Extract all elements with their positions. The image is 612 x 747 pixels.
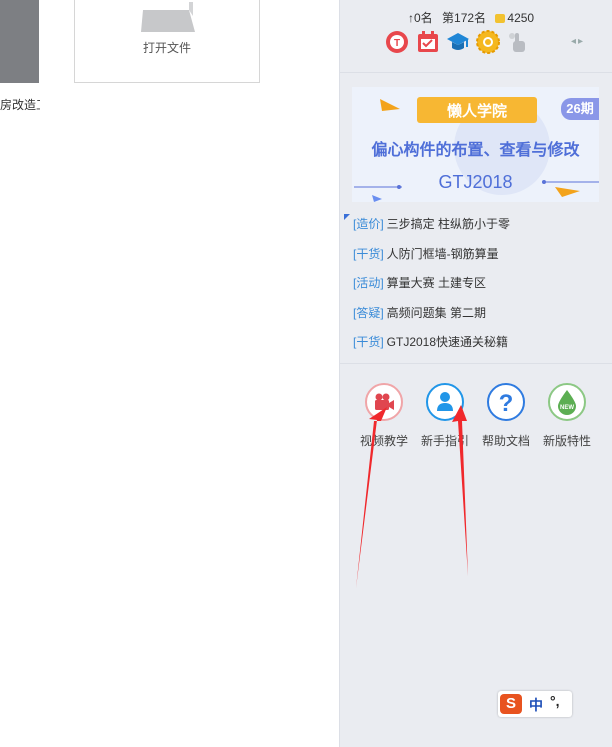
news-tag: [活动]: [353, 276, 384, 290]
news-item[interactable]: [干货] GTJ2018快速通关秘籍: [344, 330, 606, 360]
folder-icon: [141, 2, 195, 32]
news-item[interactable]: [干货] 人防门框墙-钢筋算量: [344, 242, 606, 272]
help-question-icon: ?: [487, 383, 525, 421]
recent-project-name[interactable]: 房改造工: [0, 96, 40, 113]
banner-product: GTJ2018: [438, 172, 513, 192]
news-list: [造价] 三步搞定 柱纵筋小于零 [干货] 人防门框墙-钢筋算量 [活动] 算量大赛 …: [344, 212, 606, 360]
news-tag: [干货]: [353, 246, 384, 261]
gear-medal-icon[interactable]: [476, 30, 500, 54]
ime-toolbar[interactable]: S 中 °,: [498, 691, 572, 717]
video-tutorial-button[interactable]: 视频教学: [354, 383, 414, 449]
calendar-check-icon[interactable]: [416, 30, 440, 54]
user-stats: ↑0名 第172名 4250: [408, 9, 540, 26]
banner-title: 偏心构件的布置、查看与修改: [371, 142, 580, 159]
rank-value: 第172名: [442, 11, 487, 25]
carousel-arrows[interactable]: ◂▸: [571, 36, 585, 47]
badge-row: T: [385, 30, 535, 56]
beginner-guide-button[interactable]: 新手指引: [415, 383, 475, 449]
t-medal-icon[interactable]: T: [385, 30, 409, 54]
news-text: 人防门框墙-钢筋算量: [386, 246, 499, 261]
news-item[interactable]: [造价] 三步搞定 柱纵筋小于零: [344, 212, 606, 242]
tool-label: 新版特性: [542, 434, 591, 448]
banner-brand: 懒人学院: [446, 103, 507, 120]
tool-label: 帮助文档: [481, 434, 530, 448]
divider: [340, 363, 612, 364]
new-feature-drop-icon: NEW: [548, 383, 586, 421]
svg-text:T: T: [394, 38, 400, 49]
news-item[interactable]: [答疑] 高频问题集 第二期: [344, 301, 606, 331]
news-tag: [干货]: [353, 335, 384, 349]
svg-text:?: ?: [499, 390, 514, 417]
news-item[interactable]: [活动] 算量大赛 土建专区: [344, 271, 606, 301]
banner-period: 26期: [561, 98, 599, 120]
divider: [340, 72, 612, 73]
news-text: 高频问题集 第二期: [386, 305, 487, 320]
promo-banner[interactable]: 懒人学院 26期 偏心构件的布置、查看与修改 GTJ2018: [352, 87, 599, 202]
video-camera-icon: [365, 383, 403, 421]
ime-mode[interactable]: 中: [529, 695, 543, 715]
user-guide-icon: [426, 383, 464, 421]
new-marker-icon: [344, 214, 350, 220]
help-docs-button[interactable]: ? 帮助文档: [476, 383, 536, 449]
news-tag: [答疑]: [353, 305, 384, 320]
tool-label: 新手指引: [420, 434, 469, 448]
new-features-button[interactable]: NEW 新版特性: [537, 383, 597, 449]
svg-text:NEW: NEW: [560, 405, 574, 411]
recent-project-thumbnail[interactable]: [0, 0, 39, 83]
graduation-cap-icon[interactable]: [446, 30, 470, 54]
news-tag: [造价]: [353, 217, 384, 231]
tool-label: 视频教学: [359, 434, 408, 448]
news-text: 三步搞定 柱纵筋小于零: [386, 217, 511, 231]
sogou-logo-icon: S: [500, 694, 522, 714]
news-text: GTJ2018快速通关秘籍: [386, 335, 509, 349]
rank-change: ↑0名: [408, 11, 433, 25]
coin-count: 4250: [507, 11, 535, 25]
coin-icon: [495, 14, 506, 23]
ime-punct[interactable]: °,: [550, 693, 560, 709]
touch-hand-icon[interactable]: [506, 30, 530, 54]
open-file-label: 打开文件: [142, 41, 191, 55]
open-file-button[interactable]: 打开文件: [74, 0, 260, 83]
news-text: 算量大赛 土建专区: [386, 276, 487, 290]
